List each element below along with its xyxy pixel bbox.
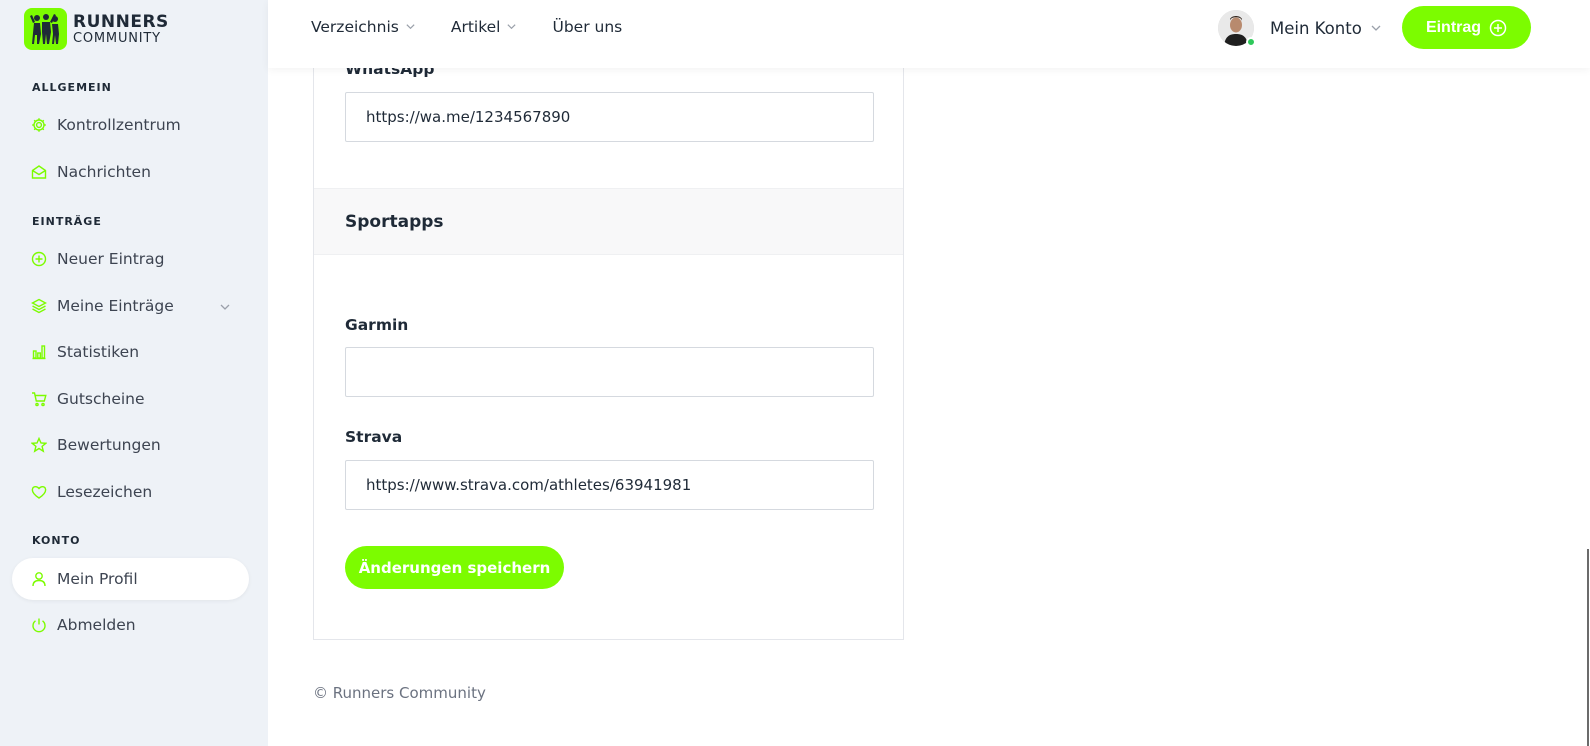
sidebar-item-logout[interactable]: Abmelden bbox=[12, 604, 249, 646]
cart-icon bbox=[31, 391, 47, 407]
sidebar-item-messages[interactable]: Nachrichten bbox=[12, 151, 249, 193]
section-title-general: ALLGEMEIN bbox=[32, 81, 112, 94]
sidebar-item-label: Neuer Eintrag bbox=[57, 250, 165, 268]
runners-logo-icon bbox=[24, 8, 67, 50]
page-scrollbar[interactable] bbox=[1578, 0, 1590, 746]
sidebar-item-label: Nachrichten bbox=[57, 163, 151, 181]
save-changes-button[interactable]: Änderungen speichern bbox=[345, 546, 564, 589]
sidebar-item-my-entries[interactable]: Meine Einträge bbox=[12, 285, 249, 327]
strava-input[interactable] bbox=[345, 460, 874, 510]
section-title-account: KONTO bbox=[32, 534, 81, 547]
chevron-down-icon bbox=[219, 299, 231, 317]
sidebar-item-label: Abmelden bbox=[57, 616, 136, 634]
section-heading-sport-apps: Sportapps bbox=[314, 188, 903, 255]
chevron-down-icon bbox=[1370, 19, 1382, 38]
layers-icon bbox=[31, 298, 47, 314]
scrollbar-thumb[interactable] bbox=[1587, 549, 1589, 746]
sidebar-item-label: Statistiken bbox=[57, 343, 140, 361]
chevron-down-icon bbox=[405, 18, 416, 36]
strava-label: Strava bbox=[345, 428, 403, 446]
footer-copyright: © Runners Community bbox=[313, 684, 486, 702]
profile-form-card: WhatsApp Sportapps Garmin Strava Änderun… bbox=[313, 40, 904, 640]
sidebar-item-new-entry[interactable]: Neuer Eintrag bbox=[12, 238, 249, 280]
heart-icon bbox=[31, 484, 47, 500]
sidebar-item-bookmarks[interactable]: Lesezeichen bbox=[12, 471, 249, 513]
star-icon bbox=[31, 437, 47, 453]
sidebar-item-reviews[interactable]: Bewertungen bbox=[12, 424, 249, 466]
brand-name-line2: COMMUNITY bbox=[73, 30, 161, 46]
garmin-input[interactable] bbox=[345, 347, 874, 397]
main-navigation: Verzeichnis Artikel Über uns bbox=[311, 18, 657, 36]
nav-label: Artikel bbox=[450, 18, 501, 36]
sidebar-item-label: Gutscheine bbox=[57, 390, 145, 408]
section-heading-label: Sportapps bbox=[345, 211, 444, 232]
garmin-label: Garmin bbox=[345, 316, 409, 334]
sidebar-item-label: Meine Einträge bbox=[57, 297, 174, 315]
whatsapp-input[interactable] bbox=[345, 92, 874, 142]
nav-label: Verzeichnis bbox=[311, 18, 399, 36]
sidebar-item-label: Mein Profil bbox=[57, 570, 138, 588]
sidebar-item-my-profile[interactable]: Mein Profil bbox=[12, 558, 249, 600]
sidebar-item-label: Bewertungen bbox=[57, 436, 161, 454]
settings-icon bbox=[31, 117, 47, 133]
top-header: Verzeichnis Artikel Über uns Mein Konto … bbox=[268, 0, 1590, 68]
sidebar: RUNNERS COMMUNITY ALLGEMEIN Kontrollzent… bbox=[0, 0, 268, 746]
plus-circle-icon bbox=[31, 251, 47, 267]
bar-chart-icon bbox=[31, 344, 47, 360]
plus-circle-icon bbox=[1489, 19, 1507, 37]
account-label: Mein Konto bbox=[1270, 18, 1362, 38]
nav-about-us[interactable]: Über uns bbox=[552, 18, 622, 36]
nav-directory[interactable]: Verzeichnis bbox=[311, 18, 416, 36]
add-entry-button-label: Eintrag bbox=[1425, 18, 1482, 36]
online-status-indicator bbox=[1246, 37, 1256, 47]
sidebar-item-label: Kontrollzentrum bbox=[57, 116, 181, 134]
avatar bbox=[1218, 10, 1256, 47]
brand-logo[interactable]: RUNNERS COMMUNITY bbox=[24, 8, 169, 50]
section-title-entries: EINTRÄGE bbox=[32, 215, 102, 228]
account-menu[interactable]: Mein Konto bbox=[1218, 10, 1382, 47]
sidebar-item-coupons[interactable]: Gutscheine bbox=[12, 378, 249, 420]
nav-articles[interactable]: Artikel bbox=[451, 18, 518, 36]
mail-open-icon bbox=[31, 164, 47, 180]
add-entry-button[interactable]: Eintrag bbox=[1402, 6, 1531, 49]
sidebar-item-dashboard[interactable]: Kontrollzentrum bbox=[12, 104, 249, 146]
user-icon bbox=[31, 571, 47, 587]
sidebar-item-label: Lesezeichen bbox=[57, 483, 153, 501]
nav-label: Über uns bbox=[552, 18, 623, 36]
brand-name-line1: RUNNERS bbox=[73, 11, 169, 32]
power-icon bbox=[31, 617, 47, 633]
sidebar-item-statistics[interactable]: Statistiken bbox=[12, 331, 249, 373]
chevron-down-icon bbox=[506, 18, 517, 36]
